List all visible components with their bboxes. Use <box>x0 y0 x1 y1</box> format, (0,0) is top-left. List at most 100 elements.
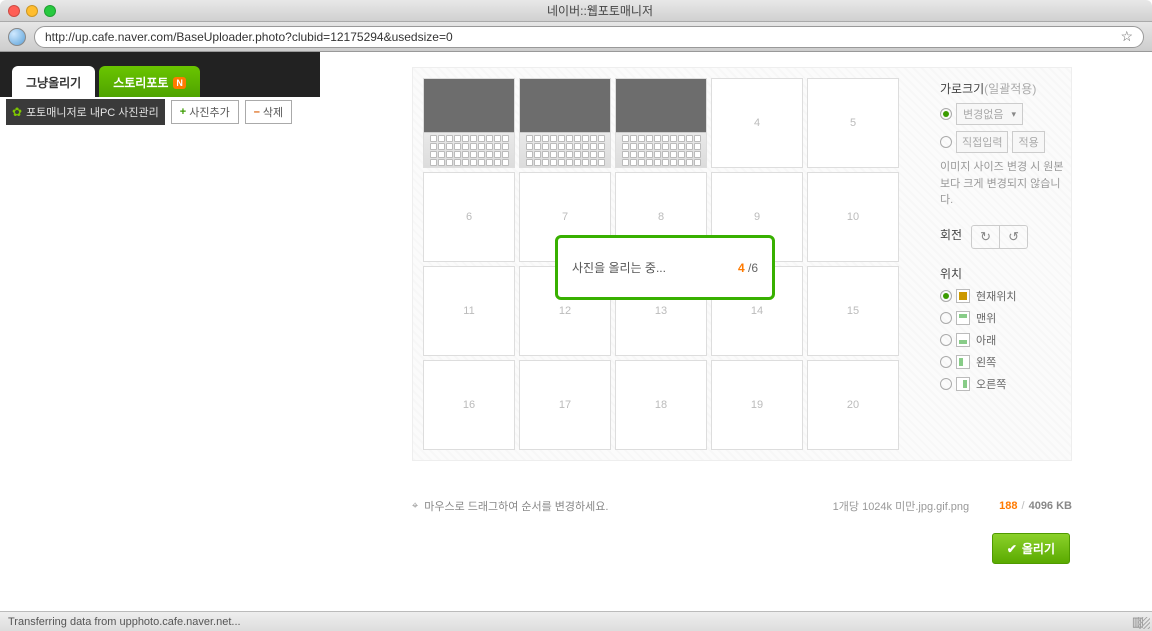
rotate-label: 회전 <box>940 228 962 242</box>
size-separator: / <box>1022 500 1025 512</box>
pos-bottom[interactable]: 아래 <box>940 332 1070 348</box>
width-header: 가로크기(일괄적용) <box>940 80 1070 97</box>
radio-nochange[interactable] <box>940 108 952 120</box>
window-titlebar: 네이버::웹포토매니저 <box>0 0 1152 22</box>
pos-current-label: 현재위치 <box>976 288 1016 304</box>
pos-top-icon <box>956 311 970 325</box>
thumb-slot[interactable]: 20 <box>807 360 899 450</box>
footer-bar: ⌖ 마우스로 드래그하여 순서를 변경하세요. 1개당 1024k 미만.jpg… <box>412 498 1072 514</box>
thumb-image <box>616 79 706 133</box>
size-note: 이미지 사이즈 변경 시 원본보다 크게 변경되지 않습니다. <box>940 159 1070 209</box>
radio-pos-top[interactable] <box>940 312 952 324</box>
apply-button[interactable]: 적용 <box>1012 131 1044 153</box>
upload-progress-popup: 사진을 올리는 중... 4 /6 <box>555 235 775 300</box>
bookmark-star-icon[interactable]: ☆ <box>1120 28 1133 45</box>
check-icon: ✔ <box>1007 542 1017 556</box>
rotate-section: 회전 ↻ ↺ <box>940 225 1070 249</box>
pos-current[interactable]: 현재위치 <box>940 288 1070 304</box>
plus-icon: + <box>180 106 186 118</box>
slot-number: 16 <box>463 399 475 411</box>
position-header: 위치 <box>940 265 1070 282</box>
thumb-slot[interactable]: 4 <box>711 78 803 168</box>
pos-bottom-icon <box>956 333 970 347</box>
url-field[interactable]: http://up.cafe.naver.com/BaseUploader.ph… <box>34 26 1144 48</box>
thumb-slot[interactable]: 16 <box>423 360 515 450</box>
thumb-slot[interactable]: 15 <box>807 266 899 356</box>
zoom-icon[interactable] <box>44 5 56 17</box>
slot-number: 7 <box>562 211 568 223</box>
keyboard-thumb <box>424 133 514 167</box>
radio-pos-current[interactable] <box>940 290 952 302</box>
thumb-slot[interactable]: 17 <box>519 360 611 450</box>
width-direct-row[interactable]: 직접입력 적용 <box>940 131 1070 153</box>
width-section: 가로크기(일괄적용) 변경없음▾ 직접입력 적용 이미지 사이즈 변경 시 원본… <box>940 80 1070 209</box>
pos-bottom-label: 아래 <box>976 332 996 348</box>
popup-current: 4 <box>738 261 745 275</box>
thumb-slot[interactable] <box>615 78 707 168</box>
sub-toolbar: ✿ 포토매니저로 내PC 사진관리 + 사진추가 – 삭제 <box>0 97 320 127</box>
slot-number: 20 <box>847 399 859 411</box>
thumb-slot[interactable]: 11 <box>423 266 515 356</box>
minimize-icon[interactable] <box>26 5 38 17</box>
thumb-slot[interactable]: 6 <box>423 172 515 262</box>
thumb-slot[interactable] <box>519 78 611 168</box>
add-photo-label: 사진추가 <box>189 104 229 120</box>
tab-story-label: 스토리포토 <box>113 74 168 91</box>
radio-pos-left[interactable] <box>940 356 952 368</box>
width-select[interactable]: 변경없음▾ <box>956 103 1023 125</box>
delete-label: 삭제 <box>263 104 283 120</box>
max-size: 4096 KB <box>1029 500 1072 512</box>
popup-text: 사진을 올리는 중... <box>572 259 666 276</box>
photo-manager-link[interactable]: ✿ 포토매니저로 내PC 사진관리 <box>6 99 165 125</box>
drag-cursor-icon: ⌖ <box>412 500 418 513</box>
pos-top-label: 맨위 <box>976 310 996 326</box>
radio-pos-right[interactable] <box>940 378 952 390</box>
direct-input[interactable]: 직접입력 <box>956 131 1008 153</box>
window-controls[interactable] <box>8 5 56 17</box>
delete-button[interactable]: – 삭제 <box>245 100 292 124</box>
drag-hint: 마우스로 드래그하여 순서를 변경하세요. <box>424 498 608 514</box>
rotate-cw-icon[interactable]: ↻ <box>972 226 1000 248</box>
thumb-slot[interactable]: 10 <box>807 172 899 262</box>
add-photo-button[interactable]: + 사진추가 <box>171 100 239 124</box>
pos-right[interactable]: 오른쪽 <box>940 376 1070 392</box>
thumb-image <box>424 79 514 133</box>
window-title: 네이버::웹포토매니저 <box>56 2 1144 19</box>
slot-number: 15 <box>847 305 859 317</box>
pos-top[interactable]: 맨위 <box>940 310 1070 326</box>
rotate-ccw-icon[interactable]: ↺ <box>1000 226 1027 248</box>
chevron-down-icon: ▾ <box>1011 109 1016 120</box>
thumb-slot[interactable] <box>423 78 515 168</box>
sidebar: 가로크기(일괄적용) 변경없음▾ 직접입력 적용 이미지 사이즈 변경 시 원본… <box>940 80 1070 408</box>
radio-direct[interactable] <box>940 136 952 148</box>
slot-number: 12 <box>559 305 571 317</box>
close-icon[interactable] <box>8 5 20 17</box>
used-size: 188 <box>999 500 1017 512</box>
pos-left[interactable]: 왼쪽 <box>940 354 1070 370</box>
url-bar: http://up.cafe.naver.com/BaseUploader.ph… <box>0 22 1152 52</box>
slot-number: 9 <box>754 211 760 223</box>
tab-bar: 그냥올리기 스토리포토 N <box>12 66 200 97</box>
thumb-slot[interactable]: 18 <box>615 360 707 450</box>
upload-button[interactable]: ✔ 올리기 <box>992 533 1070 564</box>
pos-left-label: 왼쪽 <box>976 354 996 370</box>
width-header-label: 가로크기 <box>940 82 984 96</box>
rotate-buttons: ↻ ↺ <box>971 225 1028 249</box>
upload-button-label: 올리기 <box>1022 540 1055 557</box>
tab-upload[interactable]: 그냥올리기 <box>12 66 95 97</box>
gear-icon: ✿ <box>12 105 22 119</box>
width-nochange-row[interactable]: 변경없음▾ <box>940 103 1070 125</box>
status-text: Transferring data from upphoto.cafe.nave… <box>8 616 241 628</box>
slot-number: 8 <box>658 211 664 223</box>
resize-handle-icon[interactable] <box>1138 617 1150 629</box>
header-dark-strip: 그냥올리기 스토리포토 N <box>0 52 320 97</box>
slot-number: 19 <box>751 399 763 411</box>
keyboard-thumb <box>520 133 610 167</box>
position-section: 위치 현재위치 맨위 아래 왼쪽 오른쪽 <box>940 265 1070 392</box>
tab-story[interactable]: 스토리포토 N <box>99 66 200 97</box>
new-badge: N <box>173 77 186 89</box>
radio-pos-bottom[interactable] <box>940 334 952 346</box>
thumb-slot[interactable]: 5 <box>807 78 899 168</box>
thumb-slot[interactable]: 19 <box>711 360 803 450</box>
slot-number: 5 <box>850 117 856 129</box>
